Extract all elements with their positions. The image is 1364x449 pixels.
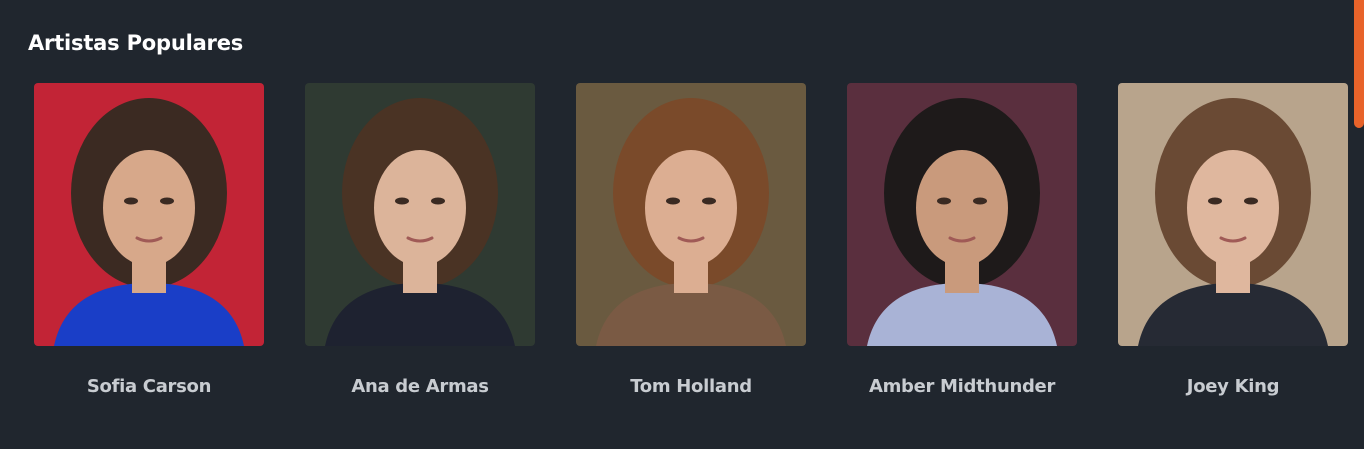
artist-carousel: Sofia Carson Ana de Armas Tom Holland Amber… [34,83,1348,397]
section-title: Artistas Populares [28,31,244,55]
scrollbar-track[interactable] [1354,0,1364,449]
scrollbar-thumb[interactable] [1354,0,1364,128]
artist-name[interactable]: Ana de Armas [351,376,489,397]
artist-photo[interactable] [1118,83,1348,346]
artist-card[interactable]: Tom Holland [576,83,806,397]
artist-card[interactable]: Ana de Armas [305,83,535,397]
artist-card[interactable]: Amber Midthunder [847,83,1077,397]
artist-name[interactable]: Joey King [1187,376,1280,397]
popular-artists-section: Artistas Populares Sofia Carson Ana de Ar… [0,0,1364,449]
artist-photo[interactable] [576,83,806,346]
artist-photo[interactable] [847,83,1077,346]
artist-card[interactable]: Sofia Carson [34,83,264,397]
artist-name[interactable]: Tom Holland [630,376,752,397]
artist-name[interactable]: Sofia Carson [87,376,212,397]
artist-card[interactable]: Joey King [1118,83,1348,397]
artist-photo[interactable] [34,83,264,346]
artist-name[interactable]: Amber Midthunder [869,376,1055,397]
artist-photo[interactable] [305,83,535,346]
